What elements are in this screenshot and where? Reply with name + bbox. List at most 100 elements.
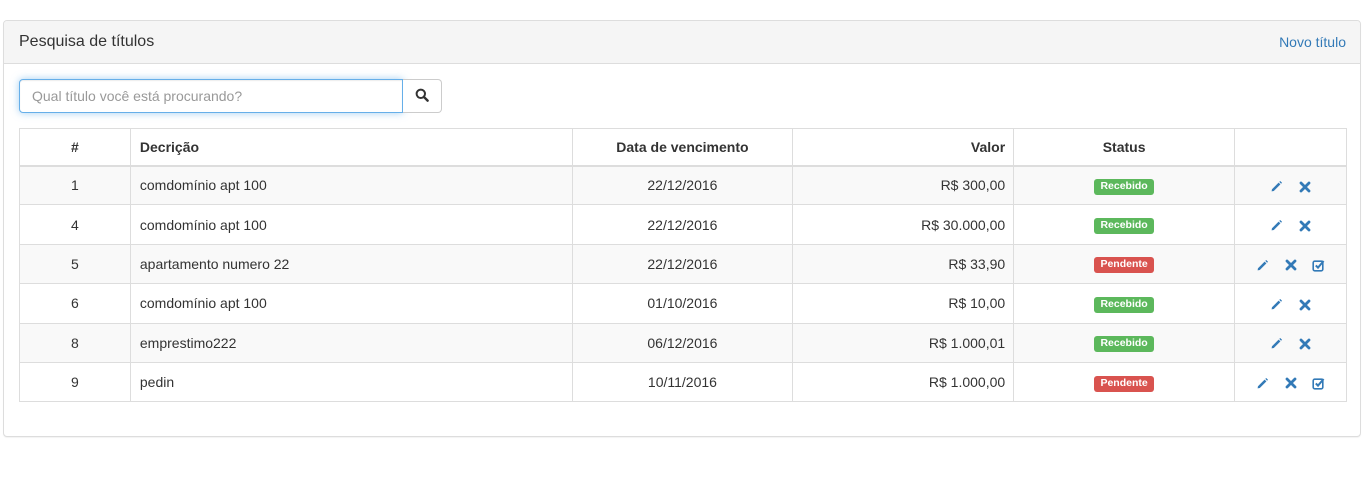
cell-value: R$ 1.000,00 [792, 361, 1015, 403]
edit-button[interactable] [1256, 258, 1270, 272]
cell-status: Recebido [1013, 204, 1235, 245]
close-icon [1299, 220, 1311, 232]
cell-actions [1234, 164, 1347, 206]
cell-description: comdomínio apt 100 [129, 283, 573, 324]
panel-body: # Decrição Data de vencimento Valor Stat… [4, 64, 1360, 403]
cell-id: 8 [19, 322, 131, 363]
close-icon [1299, 338, 1311, 350]
cell-actions [1234, 243, 1347, 285]
row-actions [1256, 376, 1326, 390]
cell-due-date: 01/10/2016 [571, 283, 794, 324]
header-value: Valor [792, 128, 1015, 167]
delete-button[interactable] [1284, 258, 1298, 272]
panel-heading: Pesquisa de títulos Novo título [4, 21, 1360, 64]
receive-button[interactable] [1312, 258, 1326, 272]
cell-value: R$ 30.000,00 [792, 204, 1015, 245]
header-description: Decrição [129, 128, 573, 167]
new-title-link[interactable]: Novo título [1279, 34, 1346, 50]
edit-button[interactable] [1270, 180, 1284, 194]
pencil-icon [1270, 337, 1283, 350]
cell-description: emprestimo222 [129, 322, 573, 363]
table-row: 8 emprestimo222 06/12/2016 R$ 1.000,01 Receb… [19, 322, 1347, 363]
cell-actions [1234, 204, 1347, 245]
row-actions [1270, 180, 1312, 194]
cell-id: 5 [19, 243, 131, 285]
cell-actions [1234, 283, 1347, 324]
cell-description: pedin [129, 361, 573, 403]
titles-table: # Decrição Data de vencimento Valor Stat… [19, 128, 1347, 403]
cell-due-date: 22/12/2016 [571, 204, 794, 245]
close-icon [1285, 259, 1297, 271]
cell-description: comdomínio apt 100 [129, 204, 573, 245]
check-square-icon [1312, 377, 1325, 390]
cell-status: Recebido [1013, 283, 1235, 324]
delete-button[interactable] [1298, 337, 1312, 351]
row-actions [1270, 337, 1312, 351]
pencil-icon [1256, 259, 1269, 272]
cell-status: Pendente [1013, 243, 1235, 285]
header-status: Status [1013, 128, 1235, 167]
status-badge: Recebido [1094, 218, 1154, 235]
check-square-icon [1312, 259, 1325, 272]
status-badge: Recebido [1094, 178, 1154, 195]
delete-button[interactable] [1298, 180, 1312, 194]
page-title: Pesquisa de títulos [19, 33, 155, 50]
cell-due-date: 06/12/2016 [571, 322, 794, 363]
delete-button[interactable] [1298, 219, 1312, 233]
pencil-icon [1270, 180, 1283, 193]
status-badge: Pendente [1094, 375, 1154, 392]
status-badge: Recebido [1094, 296, 1154, 313]
table-body: 1 comdomínio apt 100 22/12/2016 R$ 300,00 Re… [19, 164, 1347, 403]
header-actions [1234, 128, 1347, 167]
cell-due-date: 22/12/2016 [571, 243, 794, 285]
cell-value: R$ 10,00 [792, 283, 1015, 324]
delete-button[interactable] [1298, 298, 1312, 312]
cell-actions [1234, 322, 1347, 363]
cell-value: R$ 300,00 [792, 164, 1015, 206]
cell-description: comdomínio apt 100 [129, 164, 573, 206]
status-badge: Recebido [1094, 336, 1154, 353]
cell-status: Recebido [1013, 322, 1235, 363]
row-actions [1256, 258, 1326, 272]
cell-id: 4 [19, 204, 131, 245]
cell-id: 6 [19, 283, 131, 324]
pencil-icon [1256, 377, 1269, 390]
row-actions [1270, 219, 1312, 233]
search-icon [415, 88, 429, 105]
close-icon [1299, 299, 1311, 311]
search-group [19, 79, 442, 113]
header-id: # [19, 128, 131, 167]
cell-value: R$ 1.000,01 [792, 322, 1015, 363]
table-header-row: # Decrição Data de vencimento Valor Stat… [19, 128, 1347, 167]
search-button[interactable] [403, 79, 442, 113]
table-row: 6 comdomínio apt 100 01/10/2016 R$ 10,00 Rec… [19, 283, 1347, 324]
cell-id: 9 [19, 361, 131, 403]
edit-button[interactable] [1270, 219, 1284, 233]
receive-button[interactable] [1312, 376, 1326, 390]
cell-actions [1234, 361, 1347, 403]
close-icon [1285, 377, 1297, 389]
table-row: 1 comdomínio apt 100 22/12/2016 R$ 300,00 Re… [19, 164, 1347, 206]
table-row: 5 apartamento numero 22 22/12/2016 R$ 33,90… [19, 243, 1347, 285]
search-panel: Pesquisa de títulos Novo título # Decriç… [3, 20, 1361, 437]
cell-due-date: 10/11/2016 [571, 361, 794, 403]
status-badge: Pendente [1094, 257, 1154, 274]
search-input[interactable] [19, 79, 403, 113]
table-row: 9 pedin 10/11/2016 R$ 1.000,00 Pendente [19, 361, 1347, 403]
cell-status: Pendente [1013, 361, 1235, 403]
edit-button[interactable] [1270, 298, 1284, 312]
pencil-icon [1270, 298, 1283, 311]
cell-due-date: 22/12/2016 [571, 164, 794, 206]
edit-button[interactable] [1270, 337, 1284, 351]
cell-description: apartamento numero 22 [129, 243, 573, 285]
table-row: 4 comdomínio apt 100 22/12/2016 R$ 30.000,0… [19, 204, 1347, 245]
header-due-date: Data de vencimento [571, 128, 794, 167]
cell-status: Recebido [1013, 164, 1235, 206]
cell-id: 1 [19, 164, 131, 206]
delete-button[interactable] [1284, 376, 1298, 390]
row-actions [1270, 298, 1312, 312]
close-icon [1299, 181, 1311, 193]
pencil-icon [1270, 219, 1283, 232]
cell-value: R$ 33,90 [792, 243, 1015, 285]
edit-button[interactable] [1256, 376, 1270, 390]
